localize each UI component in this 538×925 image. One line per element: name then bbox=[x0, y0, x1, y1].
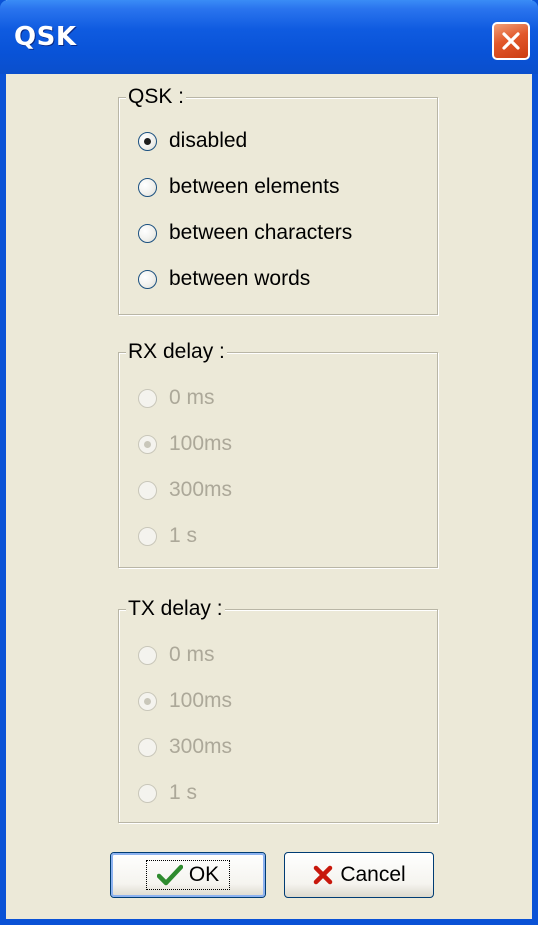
rx-delay-group: RX delay : 0 ms 100ms 300ms 1 s bbox=[118, 340, 438, 568]
cancel-button[interactable]: Cancel bbox=[284, 852, 434, 898]
radio-tx-100ms: 100ms bbox=[138, 687, 232, 715]
checkmark-icon bbox=[156, 864, 183, 886]
radio-label: 100ms bbox=[169, 689, 233, 712]
radio-button-icon bbox=[138, 526, 157, 546]
ok-button-label: OK bbox=[188, 863, 220, 886]
radio-button-icon[interactable] bbox=[138, 131, 157, 151]
radio-qsk-between-elements[interactable]: between elements bbox=[138, 173, 339, 201]
radio-rx-1s: 1 s bbox=[138, 522, 197, 550]
close-icon bbox=[502, 32, 520, 50]
radio-button-icon bbox=[138, 737, 157, 757]
radio-button-icon[interactable] bbox=[138, 269, 157, 289]
radio-label: 0 ms bbox=[169, 386, 215, 409]
radio-label: disabled bbox=[169, 129, 248, 152]
radio-qsk-disabled[interactable]: disabled bbox=[138, 127, 247, 155]
radio-label: 1 s bbox=[169, 524, 198, 547]
radio-button-icon bbox=[138, 645, 157, 665]
cancel-button-label: Cancel bbox=[340, 863, 406, 886]
qsk-dialog: QSK QSK : disabled between elements betw… bbox=[0, 0, 538, 925]
radio-label: 1 s bbox=[169, 781, 198, 804]
qsk-group-label: QSK : bbox=[126, 85, 187, 109]
radio-label: between characters bbox=[169, 221, 353, 244]
radio-button-icon bbox=[138, 480, 157, 500]
radio-button-icon bbox=[138, 434, 157, 454]
rx-delay-group-label: RX delay : bbox=[126, 340, 227, 364]
radio-tx-0ms: 0 ms bbox=[138, 641, 215, 669]
radio-button-icon[interactable] bbox=[138, 223, 157, 243]
cancel-button-inner: Cancel bbox=[285, 853, 433, 897]
radio-label: between words bbox=[169, 267, 311, 290]
radio-tx-1s: 1 s bbox=[138, 779, 197, 807]
radio-label: 100ms bbox=[169, 432, 233, 455]
ok-button-focus: OK bbox=[145, 860, 231, 890]
x-icon bbox=[312, 864, 334, 886]
radio-rx-100ms: 100ms bbox=[138, 430, 232, 458]
radio-button-icon bbox=[138, 783, 157, 803]
qsk-group: QSK : disabled between elements between … bbox=[118, 85, 438, 315]
tx-delay-group-label: TX delay : bbox=[126, 597, 225, 621]
radio-label: 0 ms bbox=[169, 643, 215, 666]
ok-button-inner: OK bbox=[111, 853, 265, 897]
radio-label: 300ms bbox=[169, 735, 233, 758]
window-title: QSK bbox=[14, 22, 77, 52]
radio-qsk-between-characters[interactable]: between characters bbox=[138, 219, 352, 247]
close-button[interactable] bbox=[492, 22, 530, 60]
title-bar[interactable]: QSK bbox=[0, 0, 538, 74]
tx-delay-group: TX delay : 0 ms 100ms 300ms 1 s bbox=[118, 597, 438, 823]
radio-button-icon bbox=[138, 388, 157, 408]
radio-button-icon bbox=[138, 691, 157, 711]
radio-rx-300ms: 300ms bbox=[138, 476, 232, 504]
radio-label: between elements bbox=[169, 175, 340, 198]
radio-tx-300ms: 300ms bbox=[138, 733, 232, 761]
radio-label: 300ms bbox=[169, 478, 233, 501]
radio-rx-0ms: 0 ms bbox=[138, 384, 215, 412]
radio-button-icon[interactable] bbox=[138, 177, 157, 197]
ok-button[interactable]: OK bbox=[110, 852, 266, 898]
radio-qsk-between-words[interactable]: between words bbox=[138, 265, 310, 293]
